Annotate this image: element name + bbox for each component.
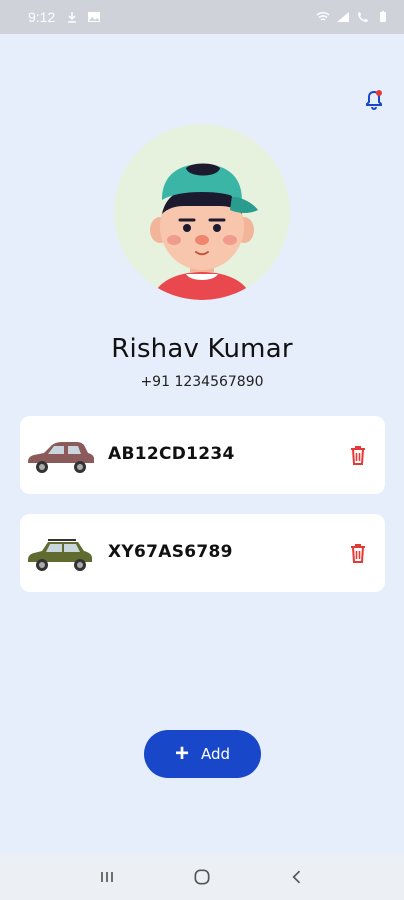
add-button-label: Add — [200, 745, 231, 763]
home-icon — [194, 869, 210, 885]
notification-dot — [376, 90, 382, 96]
avatar — [114, 124, 290, 300]
delete-vehicle-button[interactable] — [348, 542, 368, 564]
signal-icon — [337, 12, 349, 22]
profile-phone: +91 1234567890 — [140, 374, 264, 390]
image-icon — [88, 12, 101, 22]
sedan-car-icon — [28, 442, 94, 473]
plus-icon: + — [174, 740, 189, 767]
status-bar: 9:12 — [0, 0, 404, 34]
battery-icon — [380, 11, 386, 22]
back-button[interactable] — [285, 865, 309, 889]
trash-icon — [351, 446, 365, 465]
home-button[interactable] — [190, 865, 214, 889]
trash-icon — [351, 544, 365, 563]
user-avatar-illustration — [150, 163, 258, 300]
profile-name: Rishav Kumar — [111, 334, 293, 364]
vehicle-card[interactable]: AB12CD1234 — [20, 416, 385, 494]
download-icon — [68, 12, 77, 23]
wifi-icon — [316, 12, 330, 21]
vehicle-card[interactable]: XY67AS6789 — [20, 514, 385, 592]
vehicle-plate: XY67AS6789 — [108, 542, 233, 562]
notification-bell-icon — [366, 90, 382, 110]
notification-bell-button[interactable] — [362, 88, 386, 112]
delete-vehicle-button[interactable] — [348, 444, 368, 466]
recent-apps-button[interactable] — [95, 865, 119, 889]
status-time: 9:12 — [28, 9, 56, 25]
add-vehicle-button[interactable]: + Add — [144, 730, 261, 778]
back-icon — [292, 870, 300, 884]
system-nav-bar — [0, 854, 404, 900]
suv-car-icon — [28, 539, 92, 571]
call-icon — [358, 12, 368, 22]
recent-apps-icon — [101, 872, 114, 882]
vehicle-plate: AB12CD1234 — [108, 444, 235, 464]
